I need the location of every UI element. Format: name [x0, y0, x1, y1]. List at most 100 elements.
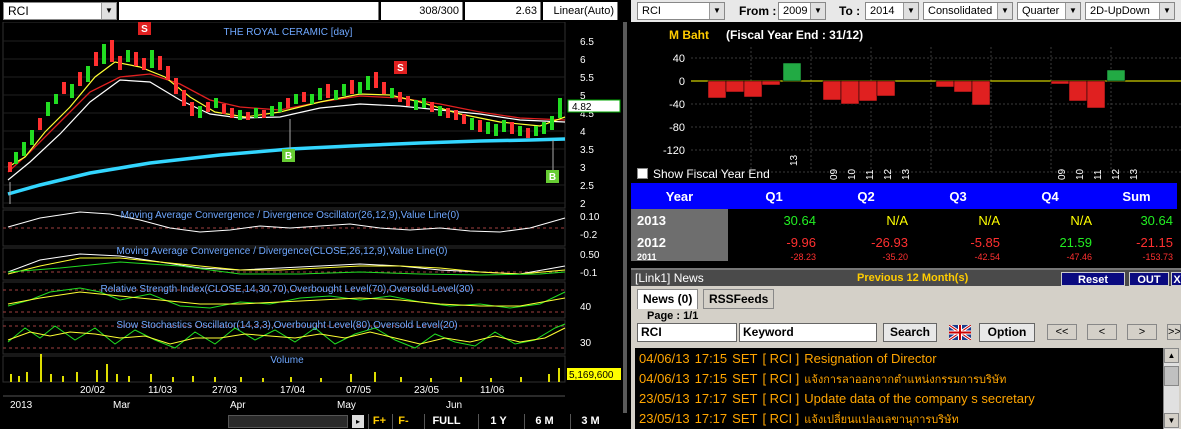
chart-scrollbar[interactable]: [228, 415, 348, 428]
cell-q4: -47.46: [1004, 253, 1096, 262]
to-year-value: 2014: [870, 5, 895, 17]
cell-q3: N/A: [912, 209, 1004, 231]
svg-text:S: S: [397, 63, 404, 74]
news-item[interactable]: 04/06/13 17:15 SET [ RCI ] Resignation of Di…: [639, 350, 942, 368]
svg-text:3.5: 3.5: [580, 145, 594, 156]
news-symbol-input[interactable]: RCI: [637, 323, 737, 342]
zoom-toolbar: ▸ F+ F- FULL 1 Y 6 M 3 M: [0, 413, 627, 429]
news-source: SET: [732, 371, 758, 386]
zoom-out-button[interactable]: F-: [392, 414, 414, 429]
buy-signal-marker[interactable]: B: [546, 170, 559, 183]
chevron-down-icon[interactable]: ▼: [903, 3, 918, 19]
news-time: 17:15: [694, 351, 728, 366]
chevron-down-icon[interactable]: ▼: [997, 3, 1012, 19]
table-row[interactable]: 2012 -9.96 -26.93 -5.85 21.59 -21.15: [631, 231, 1177, 253]
svg-text:11/06: 11/06: [480, 385, 505, 396]
fin-bars: [707, 62, 1126, 109]
scroll-right-icon[interactable]: ▸: [352, 415, 364, 428]
news-source: SET: [732, 391, 758, 406]
cell-q1: -28.23: [728, 253, 820, 262]
prev-page-button[interactable]: <: [1087, 324, 1117, 340]
statement-select[interactable]: Consolidated ▼: [923, 2, 1013, 20]
news-item[interactable]: 23/05/13 17:17 SET [ RCI ] แจ้งเปลี่ยนแปลงเล…: [639, 410, 964, 428]
cell-sum: 30.64: [1096, 209, 1177, 231]
tab-news[interactable]: News (0): [637, 289, 699, 309]
cell-q3: -42.54: [912, 253, 1004, 262]
sell-signal-marker[interactable]: S: [138, 22, 151, 35]
chevron-down-icon[interactable]: ▼: [101, 3, 116, 19]
out-button[interactable]: OUT: [1129, 272, 1169, 286]
view-mode-select[interactable]: 2D-UpDown ▼: [1085, 2, 1175, 20]
chevron-down-icon[interactable]: ▼: [1159, 3, 1174, 19]
scroll-thumb[interactable]: [1164, 366, 1179, 386]
uk-flag-icon[interactable]: [949, 325, 971, 340]
scroll-down-icon[interactable]: ▼: [1164, 413, 1179, 428]
chevron-down-icon[interactable]: ▼: [1065, 3, 1080, 19]
chevron-down-icon[interactable]: ▼: [709, 3, 724, 19]
svg-text:B: B: [285, 151, 292, 162]
search-button[interactable]: Search: [883, 323, 937, 342]
news-source: SET: [732, 411, 758, 426]
svg-text:10: 10: [1075, 168, 1086, 180]
col-year: Year: [631, 183, 728, 209]
svg-text:B: B: [549, 172, 556, 183]
checkbox-box[interactable]: [637, 168, 648, 179]
svg-text:0: 0: [679, 76, 685, 88]
cell-sum: -21.15: [1096, 231, 1177, 253]
next-page-button[interactable]: >: [1127, 324, 1157, 340]
sell-signal-marker[interactable]: S: [394, 61, 407, 74]
news-period: Previous 12 Month(s): [857, 272, 969, 284]
symbol-select[interactable]: RCI ▼: [3, 2, 117, 20]
zoom-in-button[interactable]: F+: [368, 414, 390, 429]
from-year-select[interactable]: 2009 ▼: [778, 2, 826, 20]
svg-text:-40: -40: [669, 99, 685, 111]
range-3m-button[interactable]: 3 M: [570, 414, 610, 429]
col-q2: Q2: [820, 183, 912, 209]
scroll-up-icon[interactable]: ▲: [1164, 348, 1179, 363]
svg-text:40: 40: [673, 53, 685, 65]
news-headline[interactable]: Resignation of Director: [804, 351, 936, 366]
period-select[interactable]: Quarter ▼: [1017, 2, 1081, 20]
table-row[interactable]: 2011 -28.23 -35.20 -42.54 -47.46 -153.73: [631, 253, 1177, 262]
price-chart-canvas[interactable]: THE ROYAL CERAMIC [day] S S B B 6.5 6 5.…: [0, 22, 627, 413]
fin-y-axis: 40 0 -40 -80 -120: [663, 53, 685, 157]
symbol-select[interactable]: RCI ▼: [637, 2, 725, 20]
svg-text:2013: 2013: [10, 400, 33, 411]
date-axis-bottom: 2013 Mar Apr May Jun: [10, 400, 462, 411]
option-button[interactable]: Option: [979, 323, 1035, 342]
tab-rssfeeds[interactable]: RSSFeeds: [703, 289, 775, 309]
table-row[interactable]: 2013 30.64 N/A N/A N/A 30.64: [631, 209, 1177, 231]
range-full-button[interactable]: FULL: [424, 414, 468, 429]
col-q4: Q4: [1004, 183, 1096, 209]
first-page-button[interactable]: <<: [1047, 324, 1077, 340]
show-fiscal-checkbox[interactable]: Show Fiscal Year End: [637, 167, 770, 181]
to-year-select[interactable]: 2014 ▼: [865, 2, 919, 20]
page-indicator: Page : 1/1: [647, 310, 699, 322]
range-1y-button[interactable]: 1 Y: [478, 414, 518, 429]
financial-chart: M Baht (Fiscal Year End : 31/12) 40 0 -4…: [663, 28, 1181, 180]
news-item[interactable]: 04/06/13 17:15 SET [ RCI ] แจ้งการลาออกจากตำ…: [639, 370, 1011, 388]
last-page-button[interactable]: >>: [1167, 324, 1181, 340]
cell-q3: -5.85: [912, 231, 1004, 253]
technical-chart-pane: RCI ▼ 308/300 2.63 Linear(Auto) THE ROYA…: [0, 0, 627, 429]
buy-signal-marker[interactable]: B: [282, 149, 295, 162]
news-headline[interactable]: แจ้งเปลี่ยนแปลงเลขานุการบริษัท: [804, 414, 958, 426]
svg-text:-80: -80: [669, 122, 685, 134]
svg-text:Apr: Apr: [230, 400, 246, 411]
news-item[interactable]: 23/05/13 17:17 SET [ RCI ] Update data of th…: [639, 390, 1040, 408]
chevron-down-icon[interactable]: ▼: [810, 3, 825, 19]
fin-x-axis: 13 09 10 11 12 13 09 10 11 12 13: [789, 154, 1140, 180]
reset-button[interactable]: Reset: [1061, 272, 1125, 286]
bars-info: 308/300: [381, 2, 463, 20]
news-title: [Link1] News: [635, 271, 704, 285]
news-headline[interactable]: แจ้งการลาออกจากตำแหน่งกรรมการบริษัท: [804, 374, 1006, 386]
news-source: SET: [732, 351, 758, 366]
cell-sum: -153.73: [1096, 253, 1177, 262]
news-scrollbar[interactable]: ▲ ▼: [1163, 348, 1179, 429]
range-6m-button[interactable]: 6 M: [524, 414, 564, 429]
svg-text:17/04: 17/04: [280, 385, 305, 396]
news-headline[interactable]: Update data of the company s secretary: [804, 391, 1035, 406]
keyword-input[interactable]: Keyword: [739, 323, 877, 342]
scale-mode[interactable]: Linear(Auto): [543, 2, 618, 20]
close-icon[interactable]: X: [1171, 272, 1181, 286]
